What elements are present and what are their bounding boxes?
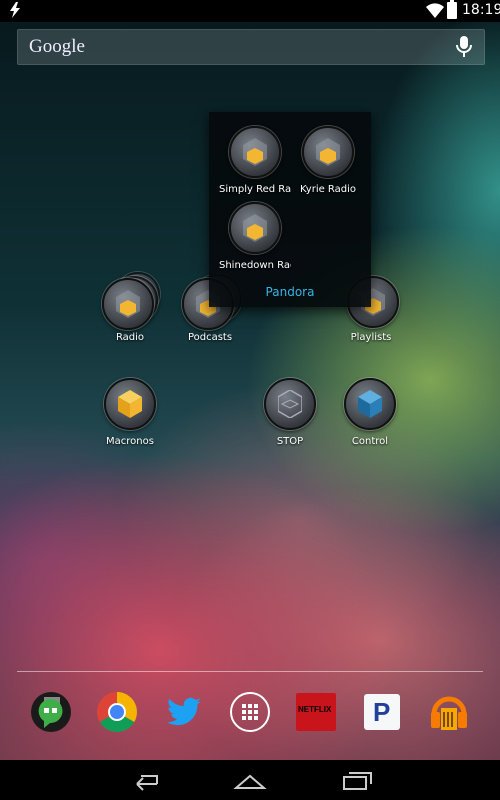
netflix-icon[interactable]: NETFLIX [296,693,336,731]
battery-icon [447,0,457,19]
stop-label: STOP [276,436,304,447]
google-search-bar[interactable]: Google [17,29,485,65]
netflix-text: NETFLIX [298,705,332,714]
wifi-icon [426,3,444,18]
simply-red-radio-icon [229,126,281,178]
folder-item-simply-red-radio[interactable]: Simply Red Radio [215,126,295,195]
shinedown-radio-icon [229,202,281,254]
folder-item-shinedown-radio[interactable]: Shinedown Radio [215,202,295,271]
folder-title[interactable]: Pandora [209,285,371,299]
control-label: Control [351,436,389,447]
folder-item-kyrie-radio[interactable]: Kyrie Radio [288,126,368,195]
control-icon [344,378,396,430]
back-icon[interactable] [127,768,163,792]
kyrie-radio-label: Kyrie Radio [299,184,357,195]
recent-apps-icon[interactable] [340,768,376,792]
chrome-icon[interactable] [96,691,138,733]
pandora-folder-popup: Simply Red Radio Kyrie Radio Shinedown R… [209,112,371,307]
stop-shortcut[interactable]: STOP [250,378,330,447]
control-shortcut[interactable]: Control [330,378,410,447]
pandora-app-icon[interactable]: P [364,694,400,730]
playlists-label: Playlists [350,332,392,343]
radio-stack-icon [102,272,160,330]
google-logo-text: Google [29,36,85,57]
macronos-icon [104,378,156,430]
radio-shortcut[interactable]: Radio [90,272,170,343]
charging-bolt-icon [10,2,20,18]
pandora-p-letter: P [373,697,391,727]
kyrie-radio-icon [302,126,354,178]
stop-icon [264,378,316,430]
play-music-icon[interactable] [428,690,470,734]
macronos-label: Macronos [106,436,154,447]
status-bar: 18:19 [0,0,500,22]
shinedown-radio-label: Shinedown Radio [219,260,291,271]
podcasts-label: Podcasts [187,332,233,343]
radio-label: Radio [115,332,145,343]
macronos-shortcut[interactable]: Macronos [90,378,170,447]
navigation-bar [0,760,500,800]
twitter-icon[interactable] [163,691,205,733]
microphone-icon[interactable] [456,36,472,58]
dock-divider [17,671,483,672]
simply-red-radio-label: Simply Red Radio [219,184,291,195]
clock: 18:19 [462,2,500,18]
home-icon[interactable] [232,768,268,792]
hangouts-icon[interactable] [30,691,72,733]
all-apps-icon[interactable] [229,691,271,733]
